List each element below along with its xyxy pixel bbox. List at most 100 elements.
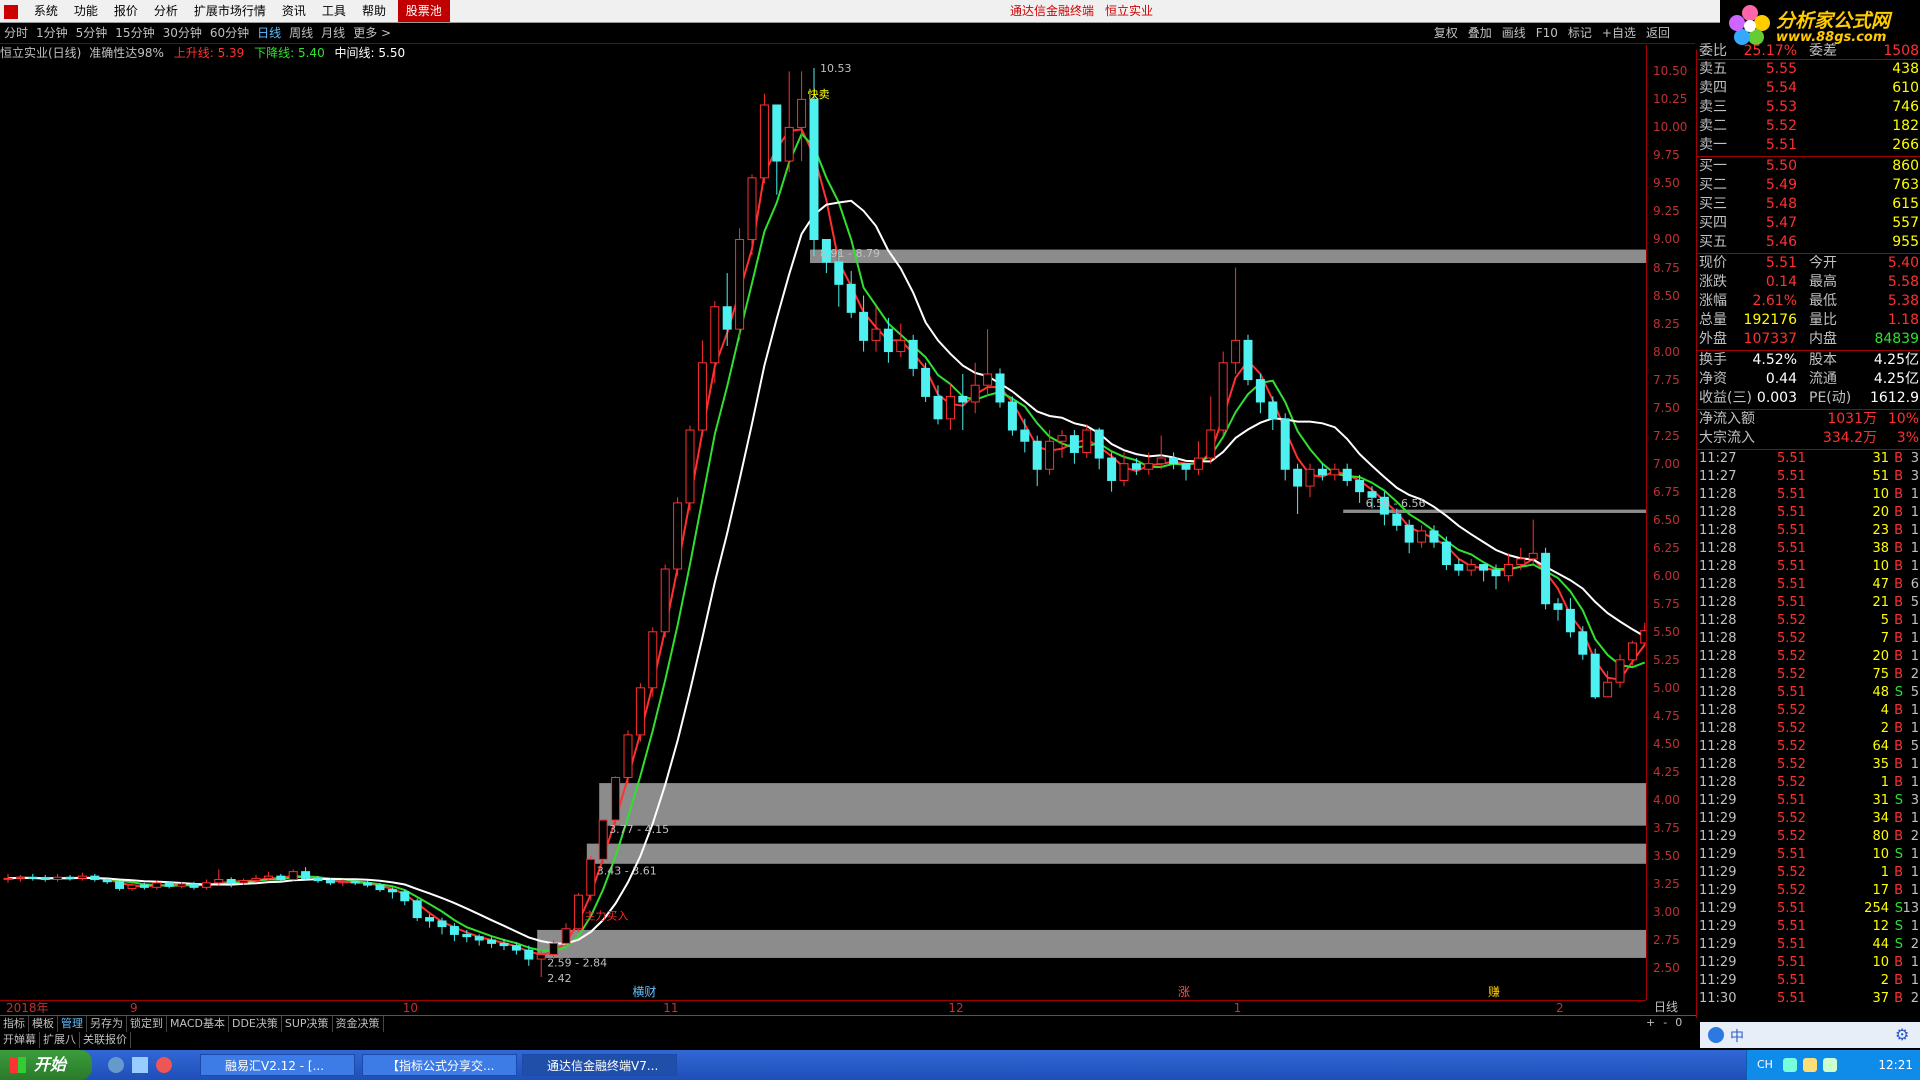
date-tick: 2 [1556, 1001, 1564, 1015]
bid-label: 买四 [1699, 215, 1727, 231]
candlestick-chart[interactable]: ×××××××××××××××××××××××××10.53快卖8.91 - 8… [0, 62, 1646, 1000]
indicator-tab[interactable]: MACD基本 [167, 1016, 229, 1032]
candle [201, 879, 211, 890]
taskbar-button[interactable]: 通达信金融终端V7... [522, 1054, 677, 1076]
period-tab[interactable]: 日线 [253, 23, 285, 43]
tick-volume: 10 [1872, 847, 1889, 862]
candle-body [1590, 653, 1600, 698]
menu-item-stock-pool[interactable]: 股票池 [397, 0, 450, 22]
zoom-reset-button[interactable]: 0 [1671, 1016, 1686, 1029]
candle-body [499, 942, 509, 947]
candle-body [1082, 429, 1092, 453]
candle-body [40, 877, 50, 880]
candle [1466, 558, 1476, 576]
period-tab[interactable]: 周线 [285, 23, 317, 43]
chart-tool-button[interactable]: 画线 [1497, 23, 1531, 43]
ask-volume: 746 [1892, 99, 1919, 115]
tray-network-icon[interactable] [1803, 1058, 1817, 1072]
menu-item[interactable]: 功能 [66, 0, 106, 22]
indicator-tab[interactable]: 另存为 [87, 1016, 127, 1032]
ime-icon[interactable]: 中 [1730, 1026, 1744, 1046]
tick-side: B [1894, 649, 1903, 664]
tray-volume-icon[interactable] [1823, 1058, 1837, 1072]
candle [1280, 413, 1290, 481]
language-indicator[interactable]: CH [1757, 1050, 1773, 1080]
indicator-tab[interactable]: 管理 [58, 1016, 87, 1032]
period-tab[interactable]: 15分钟 [111, 23, 158, 43]
tick-side: B [1894, 487, 1903, 502]
menu-item[interactable]: 工具 [314, 0, 354, 22]
price-tick: 8.50 [1653, 288, 1680, 303]
indicator-tab[interactable]: DDE决策 [229, 1016, 282, 1032]
menu-item[interactable]: 扩展市场行情 [186, 0, 274, 22]
tick-volume: 17 [1872, 883, 1889, 898]
ma-line-2 [7, 199, 1646, 945]
extension-tab[interactable]: 扩展八 [40, 1032, 80, 1048]
chart-annotation: 2.59 - 2.84 [547, 956, 607, 969]
tick-count: 1 [1910, 775, 1919, 790]
flow-row: 净流入额 1031万 10% [1697, 410, 1920, 428]
extension-tab[interactable]: 开婵幕 [0, 1032, 40, 1048]
quicklaunch-desktop-icon[interactable] [132, 1057, 148, 1073]
candle-body [375, 884, 385, 891]
chart-tool-button[interactable]: +自选 [1597, 23, 1641, 43]
candle [710, 301, 720, 383]
tray-app-icon[interactable] [1783, 1058, 1797, 1072]
quicklaunch-app-icon[interactable] [156, 1057, 172, 1073]
chart-tool-button[interactable]: F10 [1531, 23, 1563, 43]
taskbar-button[interactable]: 融易汇V2.12 - [... [200, 1054, 355, 1076]
taskbar-button[interactable]: 【指标公式分享交... [362, 1054, 517, 1076]
user-icon[interactable] [1708, 1027, 1724, 1043]
menu-item[interactable]: 系统 [26, 0, 66, 22]
period-tab[interactable]: 分时 [0, 23, 32, 43]
tick-count: 1 [1910, 613, 1919, 628]
tick-side: B [1894, 631, 1903, 646]
stat-label: 股本 [1809, 352, 1837, 368]
zoom-in-button[interactable]: + [1642, 1016, 1659, 1029]
menu-item[interactable]: 分析 [146, 0, 186, 22]
candle-body [449, 926, 459, 935]
candle [1503, 553, 1513, 582]
extension-tab[interactable]: 关联报价 [80, 1032, 131, 1048]
chart-tool-button[interactable]: 标记 [1563, 23, 1597, 43]
settings-icon[interactable]: ⚙ [1895, 1025, 1909, 1044]
chart-tool-button[interactable]: 叠加 [1463, 23, 1497, 43]
flow-value: 1031万 [1827, 411, 1877, 427]
quicklaunch-ie-icon[interactable] [108, 1057, 124, 1073]
chart-tool-button[interactable]: 返回 [1641, 23, 1675, 43]
indicator-tab[interactable]: 资金决策 [333, 1016, 384, 1032]
ask-volume: 182 [1892, 118, 1919, 134]
stat-value: 0.14 [1765, 274, 1797, 290]
chart-tool-button[interactable]: 复权 [1429, 23, 1463, 43]
period-tab[interactable]: 60分钟 [206, 23, 253, 43]
period-tab[interactable]: 更多 > [349, 23, 395, 43]
menu-item[interactable]: 报价 [106, 0, 146, 22]
tick-row: 11:28 5.52 4 B 1 [1697, 702, 1920, 720]
tick-time: 11:28 [1699, 739, 1737, 754]
tick-time: 11:28 [1699, 649, 1737, 664]
zoom-out-button[interactable]: - [1659, 1016, 1671, 1029]
date-tick: 2018年 [6, 1001, 49, 1015]
indicator-tab[interactable]: 指标 [0, 1016, 29, 1032]
indicator-tab[interactable]: 模板 [29, 1016, 58, 1032]
menu-item[interactable]: 资讯 [274, 0, 314, 22]
candle-body [1255, 379, 1265, 403]
candle-body [127, 884, 137, 889]
period-tab[interactable]: 30分钟 [159, 23, 206, 43]
candle [1293, 463, 1303, 515]
tick-row: 11:29 5.52 34 B 1 [1697, 810, 1920, 828]
tick-time: 11:28 [1699, 757, 1737, 772]
candle-body [338, 881, 348, 884]
period-tab[interactable]: 1分钟 [32, 23, 72, 43]
indicator-tab[interactable]: SUP决策 [282, 1016, 333, 1032]
indicator-tab[interactable]: 锁定到 [127, 1016, 167, 1032]
stat-value: 4.52% [1752, 352, 1797, 368]
tick-side: S [1894, 685, 1903, 700]
tick-volume: 44 [1872, 937, 1889, 952]
period-tab[interactable]: 5分钟 [72, 23, 112, 43]
period-tab[interactable]: 月线 [317, 23, 349, 43]
tick-row: 11:28 5.52 7 B 1 [1697, 630, 1920, 648]
menu-item[interactable]: 帮助 [354, 0, 394, 22]
ask-label: 卖一 [1699, 137, 1727, 153]
tick-volume: 2 [1880, 721, 1889, 736]
